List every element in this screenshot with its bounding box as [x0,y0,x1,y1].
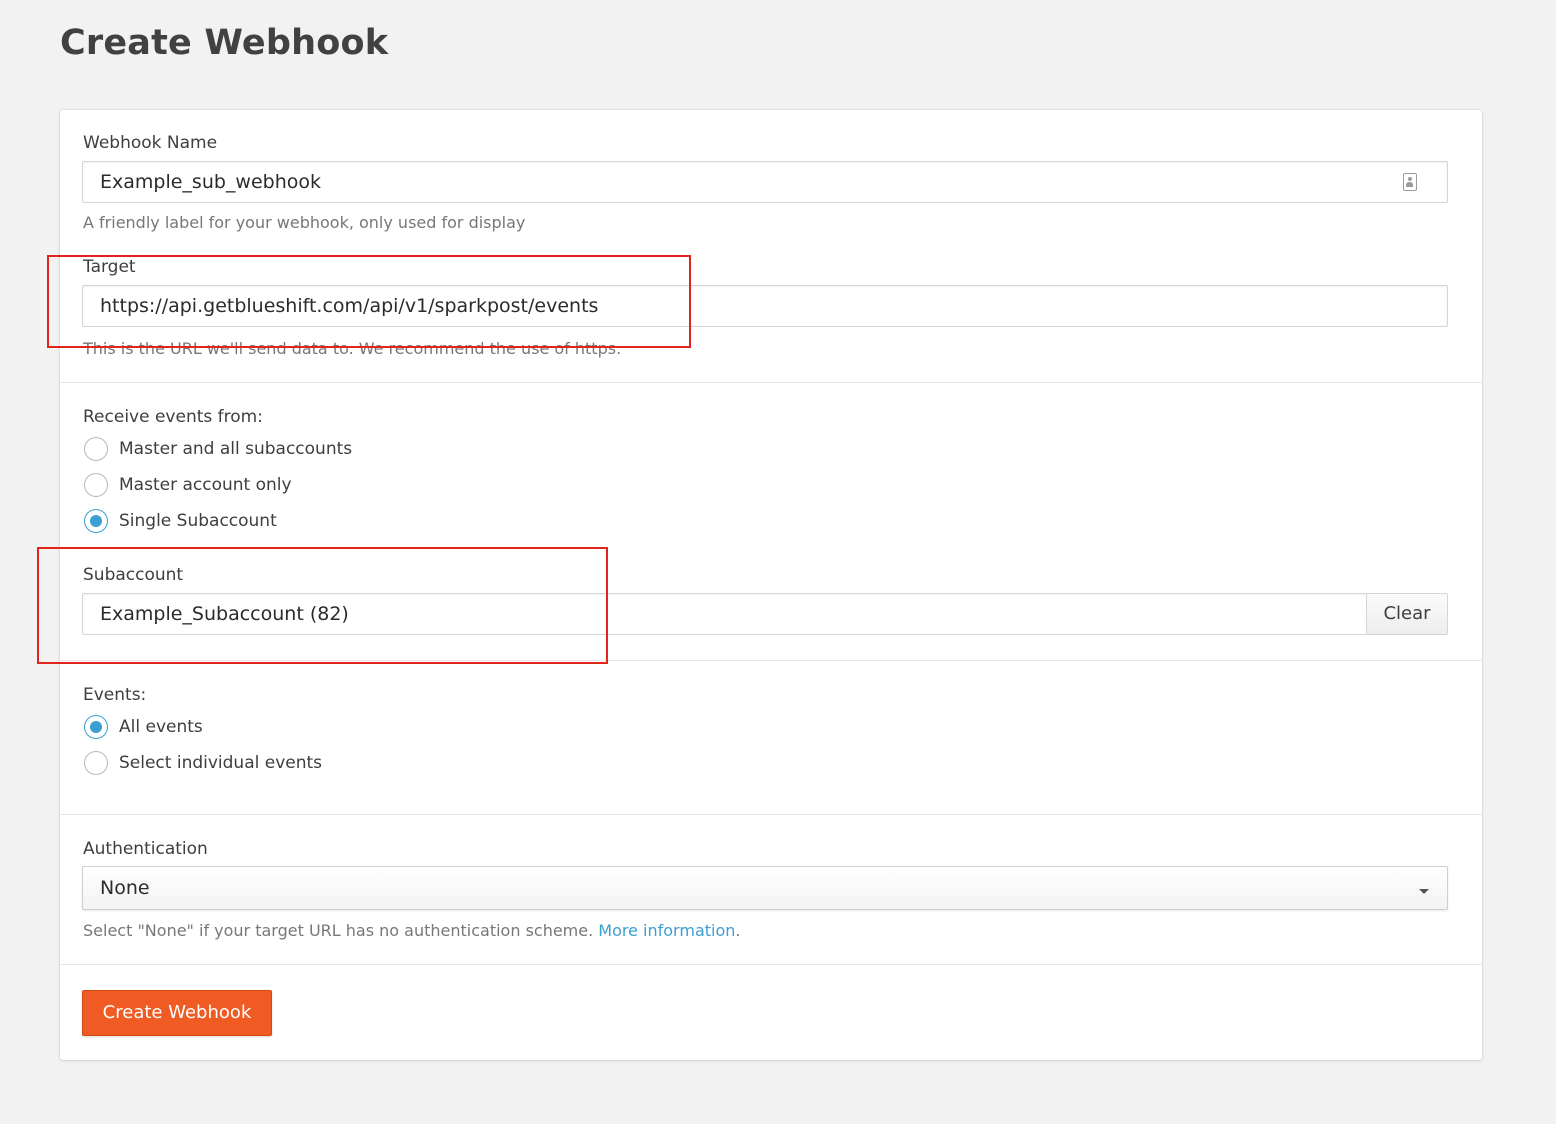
radio-label: Master and all subaccounts [119,439,353,459]
webhook-form-card: Webhook Name Example_sub_webhook A frien… [60,110,1482,1060]
webhook-name-help: A friendly label for your webhook, only … [83,213,526,232]
radio-label: Single Subaccount [119,511,277,531]
authentication-help-suffix: . [735,921,741,940]
section-divider [60,660,1482,661]
page-title: Create Webhook [60,23,389,63]
contact-card-icon[interactable] [1403,173,1417,191]
section-divider [60,382,1482,383]
authentication-help: Select "None" if your target URL has no … [83,920,740,942]
events-label: Events: [83,685,147,705]
section-divider [60,814,1482,815]
more-information-link[interactable]: More information [598,921,735,940]
radio-label: Master account only [119,475,292,495]
target-url-value: https://api.getblueshift.com/api/v1/spar… [100,295,599,317]
radio-button[interactable] [84,473,108,497]
radio-button-selected[interactable] [84,509,108,533]
target-url-input[interactable]: https://api.getblueshift.com/api/v1/spar… [82,285,1448,327]
section-divider [60,964,1482,965]
radio-label: Select individual events [119,753,323,773]
authentication-select[interactable]: None [82,866,1448,910]
chevron-down-icon [1419,889,1429,894]
radio-label: All events [119,717,203,737]
radio-button[interactable] [84,751,108,775]
authentication-selected-value: None [100,877,150,899]
authentication-help-text: Select "None" if your target URL has no … [83,921,594,940]
radio-button-selected[interactable] [84,715,108,739]
authentication-label: Authentication [83,839,208,859]
target-help: This is the URL we'll send data to. We r… [83,339,622,358]
subaccount-label: Subaccount [83,565,184,585]
create-webhook-button[interactable]: Create Webhook [82,990,272,1036]
webhook-name-value: Example_sub_webhook [100,171,322,193]
webhook-name-input[interactable]: Example_sub_webhook [82,161,1448,203]
clear-button[interactable]: Clear [1366,594,1447,634]
webhook-name-label: Webhook Name [83,133,218,153]
subaccount-value: Example_Subaccount (82) [100,603,349,625]
subaccount-input[interactable]: Example_Subaccount (82) Clear [82,593,1448,635]
radio-button[interactable] [84,437,108,461]
target-label: Target [83,257,136,277]
receive-events-label: Receive events from: [83,407,263,427]
